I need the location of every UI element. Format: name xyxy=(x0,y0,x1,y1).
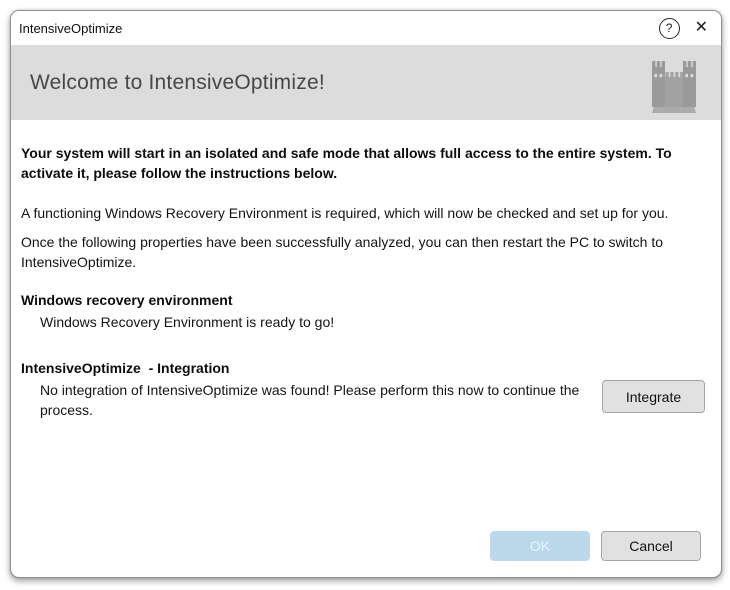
section-integration: IntensiveOptimize - Integration No integ… xyxy=(21,358,705,420)
window-title: IntensiveOptimize xyxy=(19,21,659,36)
welcome-banner: Welcome to IntensiveOptimize! xyxy=(11,45,721,120)
integrate-button[interactable]: Integrate xyxy=(602,380,705,413)
integration-section-heading: IntensiveOptimize - Integration xyxy=(21,358,705,378)
recovery-section-heading: Windows recovery environment xyxy=(21,290,705,310)
intro-text: Your system will start in an isolated an… xyxy=(21,143,705,183)
titlebar-icons: ? ✕ xyxy=(659,18,708,39)
integration-status-text: No integration of IntensiveOptimize was … xyxy=(40,380,585,420)
welcome-title: Welcome to IntensiveOptimize! xyxy=(30,71,651,95)
cancel-button[interactable]: Cancel xyxy=(601,531,701,561)
help-button[interactable]: ? xyxy=(659,18,680,39)
help-icon: ? xyxy=(659,18,680,39)
dialog-content: Your system will start in an isolated an… xyxy=(11,120,721,577)
restart-info-text: Once the following properties have been … xyxy=(21,232,705,272)
desktop-background: IntensiveOptimize ? ✕ Welcome to Intensi… xyxy=(0,0,730,590)
titlebar[interactable]: IntensiveOptimize ? ✕ xyxy=(11,11,721,45)
recovery-status-text: Windows Recovery Environment is ready to… xyxy=(40,312,705,332)
integration-row: No integration of IntensiveOptimize was … xyxy=(21,380,705,420)
section-recovery-environment: Windows recovery environment Windows Rec… xyxy=(21,290,705,332)
dialog-window: IntensiveOptimize ? ✕ Welcome to Intensi… xyxy=(10,10,722,578)
recovery-check-text: A functioning Windows Recovery Environme… xyxy=(21,203,705,223)
castle-icon xyxy=(651,61,697,113)
close-icon: ✕ xyxy=(695,20,708,36)
dialog-footer: OK Cancel xyxy=(490,531,701,561)
close-button[interactable]: ✕ xyxy=(695,20,708,36)
ok-button[interactable]: OK xyxy=(490,531,590,561)
